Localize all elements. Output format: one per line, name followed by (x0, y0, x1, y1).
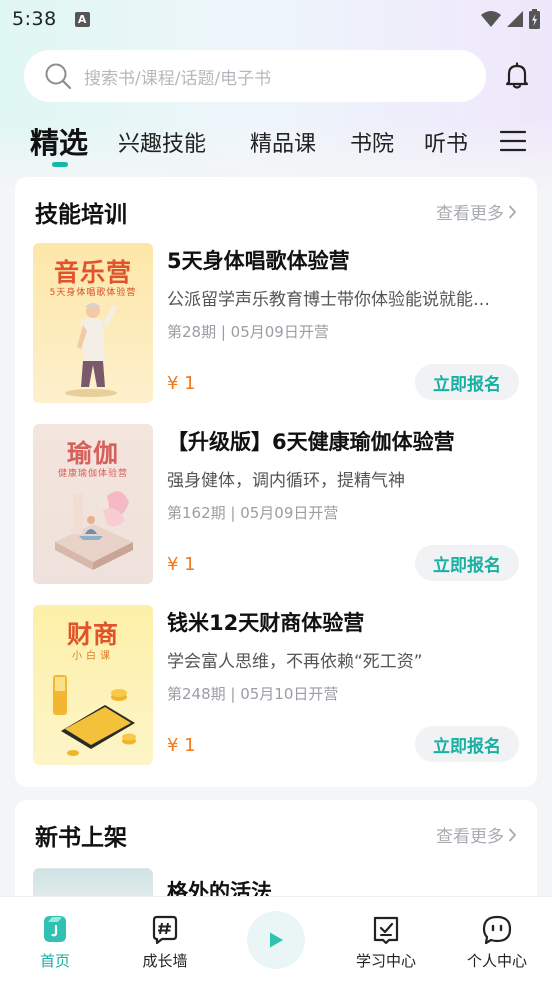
course-description: 学会富人思维，不再依赖“死工资” (167, 652, 423, 672)
play-icon (270, 932, 283, 948)
study-icon (373, 916, 399, 945)
profile-icon (482, 915, 512, 945)
menu-icon[interactable] (500, 128, 526, 154)
chevron-right-icon (509, 205, 516, 218)
course-period: 第248期 | 05月10日开营 (167, 685, 339, 703)
course-period: 第162期 | 05月09日开营 (167, 504, 339, 522)
course-item[interactable]: 瑜伽 健康瑜伽体验营 【升级版】6天健康瑜伽体验营 强身健体，调内循环，提精气神… (33, 424, 519, 584)
singer-illustration (65, 303, 117, 397)
course-item[interactable]: 财商 小白课 钱米12天财商体验营 学会富人思维，不再依赖“死工资” 第248期… (33, 605, 519, 765)
course-title: 【升级版】6天健康瑜伽体验营 (167, 430, 455, 454)
nav-home-label: 首页 (39, 952, 70, 970)
course-cover-image: 财商 小白课 (33, 605, 153, 765)
play-button[interactable] (247, 911, 305, 969)
nav-growth-wall[interactable]: 成长墙 (110, 897, 220, 983)
nav-home[interactable]: 首页 (0, 897, 110, 983)
battery-icon (529, 9, 540, 29)
nav-profile-label: 个人中心 (466, 952, 527, 970)
course-cover-image: 瑜伽 健康瑜伽体验营 (33, 424, 153, 584)
see-more-link[interactable]: 查看更多 (436, 822, 517, 847)
active-tab-indicator (52, 162, 68, 167)
search-row: 搜索书/课程/话题/电子书 (24, 50, 534, 102)
money-illustration (53, 675, 136, 756)
tab-premium-courses[interactable]: 精品课 (250, 126, 316, 158)
nav-profile[interactable]: 个人中心 (442, 897, 552, 983)
course-price: ¥ 1 (167, 373, 196, 394)
course-title: 钱米12天财商体验营 (167, 611, 365, 635)
bell-icon[interactable] (504, 62, 530, 90)
search-icon (45, 63, 72, 90)
course-description: 强身健体，调内循环，提精气神 (167, 471, 405, 491)
wifi-icon (481, 11, 501, 27)
enroll-button[interactable]: 立即报名 (415, 545, 519, 581)
tab-academy[interactable]: 书院 (350, 126, 394, 158)
status-time: 5:38 (12, 8, 57, 30)
course-price: ¥ 1 (167, 554, 196, 575)
tab-featured[interactable]: 精选 (30, 120, 88, 162)
see-more-label: 查看更多 (436, 827, 504, 847)
course-title: 5天身体唱歌体验营 (167, 249, 350, 273)
signal-icon (507, 11, 523, 27)
see-more-link[interactable]: 查看更多 (436, 199, 517, 224)
bottom-nav: 首页 成长墙 学习中心 个人中心 (0, 896, 552, 983)
see-more-label: 查看更多 (436, 204, 504, 224)
skills-training-card: 技能培训 查看更多 音乐营 5天身体唱歌体验营 5天身体唱歌体验营 公派留学声乐… (15, 177, 537, 787)
search-input[interactable]: 搜索书/课程/话题/电子书 (24, 50, 486, 102)
nav-growth-wall-label: 成长墙 (142, 952, 188, 970)
course-period: 第28期 | 05月09日开营 (167, 323, 329, 341)
category-tabs: 精选 兴趣技能 精品课 书院 听书 (0, 118, 552, 168)
course-description: 公派留学声乐教育博士带你体验能说就能… (167, 290, 490, 310)
home-icon (44, 916, 66, 942)
nav-study-center[interactable]: 学习中心 (331, 897, 441, 983)
enroll-button[interactable]: 立即报名 (415, 726, 519, 762)
notification-icon: A (74, 11, 90, 27)
hashtag-icon (152, 915, 178, 945)
course-price: ¥ 1 (167, 735, 196, 756)
search-placeholder: 搜索书/课程/话题/电子书 (84, 68, 272, 89)
section-title: 新书上架 (35, 825, 127, 851)
status-bar: 5:38 A (0, 0, 552, 38)
tab-interest-skills[interactable]: 兴趣技能 (118, 126, 206, 158)
nav-study-center-label: 学习中心 (355, 952, 416, 970)
yoga-illustration (55, 491, 133, 570)
section-title: 技能培训 (35, 202, 127, 228)
course-cover-image: 音乐营 5天身体唱歌体验营 (33, 243, 153, 403)
tab-audiobooks[interactable]: 听书 (424, 126, 468, 158)
enroll-button[interactable]: 立即报名 (415, 364, 519, 400)
course-item[interactable]: 音乐营 5天身体唱歌体验营 5天身体唱歌体验营 公派留学声乐教育博士带你体验能说… (33, 243, 519, 403)
chevron-right-icon (509, 828, 516, 841)
